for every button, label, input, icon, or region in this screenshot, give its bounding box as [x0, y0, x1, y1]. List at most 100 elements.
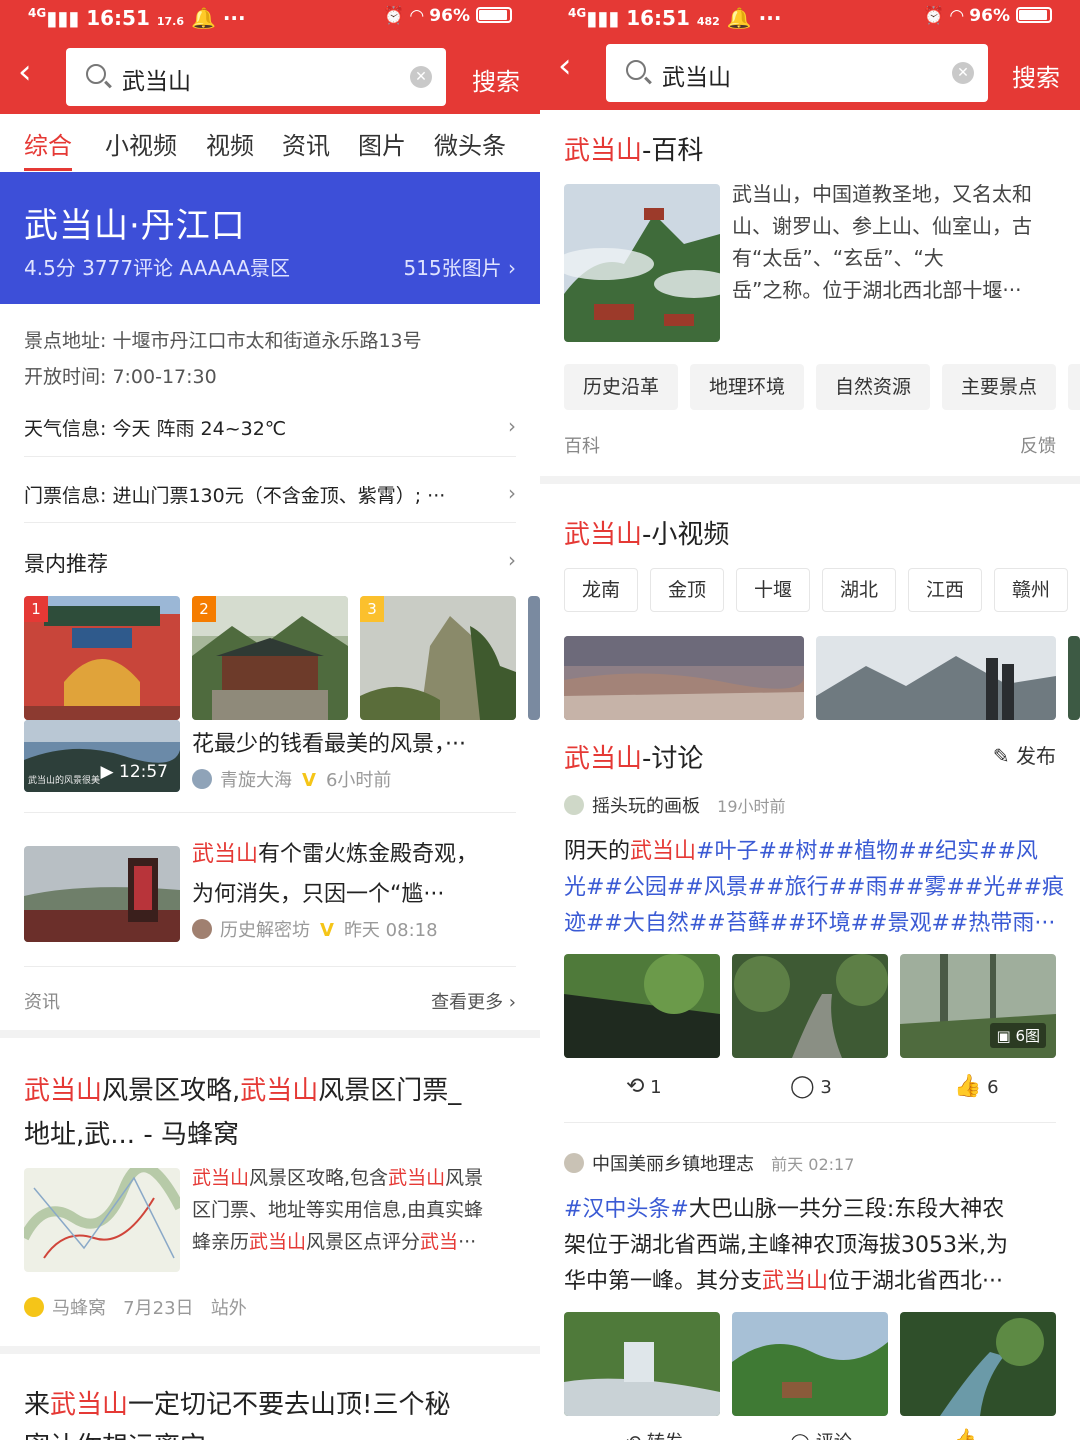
search-input[interactable]: 武当山 ✕ [66, 48, 446, 106]
video-chip-jinding[interactable]: 金顶 [650, 568, 724, 612]
comment-icon: ◯ [790, 1432, 810, 1440]
short-video-thumb-more[interactable] [1068, 636, 1080, 720]
back-icon[interactable]: ‹ [558, 46, 572, 86]
like-button[interactable]: 👍 6 [954, 1074, 999, 1099]
section-gap [0, 1030, 540, 1038]
post-photo[interactable]: ▣ 6图 [900, 954, 1056, 1058]
web-result-source: 马蜂窝 7月23日 站外 [24, 1294, 247, 1320]
divider [24, 966, 516, 967]
baike-title[interactable]: 武当山-百科 [564, 130, 703, 167]
web-result-title-line2[interactable]: 地址,武... - 马蜂窝 [24, 1114, 239, 1151]
news-time: 昨天 08:18 [343, 920, 438, 941]
tab-micro[interactable]: 微头条 [434, 126, 506, 161]
recommend-photo-cliff[interactable]: 3 [360, 596, 516, 720]
video-chip-shiyan[interactable]: 十堰 [736, 568, 810, 612]
forest-roof-image [564, 954, 720, 1058]
avatar [564, 1153, 584, 1173]
section-gap [0, 1346, 540, 1354]
news-section-label: 资讯 [24, 992, 60, 1013]
video-chip-hubei[interactable]: 湖北 [822, 568, 896, 612]
post-author-row: 中国美丽乡镇地理志 前天 02:17 [564, 1150, 854, 1176]
video-chip-longnan[interactable]: 龙南 [564, 568, 638, 612]
short-video-thumb[interactable] [564, 636, 804, 720]
web-result-title[interactable]: 来武当山一定切记不要去山顶!三个秘 [24, 1384, 450, 1421]
clear-icon[interactable]: ✕ [952, 62, 974, 84]
map-thumbnail[interactable] [24, 1168, 180, 1272]
comment-button[interactable]: ◯ 3 [790, 1074, 832, 1099]
verified-icon: V [302, 770, 316, 791]
chip-geography[interactable]: 地理环境 [690, 364, 804, 410]
short-video-title[interactable]: 武当山-小视频 [564, 514, 729, 551]
video-chip-ganzhou[interactable]: 赣州 [994, 568, 1068, 612]
left-screen: 4G▮▮▮ 16:51 17.6 🔔 ··· ⏰ ◠ 96% ‹ 武当山 ✕ 搜… [0, 0, 540, 1440]
feedback-link[interactable]: 反馈 [1020, 432, 1056, 458]
recommend-photo-gate[interactable]: 1 [24, 596, 180, 720]
news-title-line2[interactable]: 为何消失，只因一个“尴··· [192, 876, 444, 908]
search-input[interactable]: 武当山 ✕ [606, 44, 988, 102]
chip-more[interactable] [1068, 364, 1080, 410]
news-thumbnail[interactable] [24, 846, 180, 942]
battery-icon [1016, 7, 1052, 23]
chip-history[interactable]: 历史沿革 [564, 364, 678, 410]
tab-images[interactable]: 图片 [358, 126, 406, 161]
video-thumbnail[interactable]: 武当山的风景很美 ▶ 12:57 [24, 720, 180, 792]
battery-text: 96% [969, 6, 1010, 26]
ticket-row[interactable]: 门票信息: 进山门票130元（不含金顶、紫霄）; ··· [24, 481, 445, 508]
post-photo[interactable] [900, 1312, 1056, 1416]
clock: 16:51 [626, 6, 690, 30]
web-result-title[interactable]: 武当山风景区攻略,武当山风景区门票_ [24, 1070, 461, 1107]
clock: 16:51 [86, 6, 150, 30]
scenic-card[interactable]: 武当山·丹江口 4.5分 3777评论 AAAAA景区 515张图片 › [0, 172, 540, 304]
post-photo[interactable] [732, 954, 888, 1058]
misty-mountain-image [564, 184, 720, 342]
alarm-icon: ⏰ [383, 6, 405, 26]
image-icon: ▣ [996, 1027, 1011, 1045]
repost-button[interactable]: ⟲ 转发 [626, 1428, 683, 1440]
recommend-photo-more[interactable] [528, 596, 540, 720]
recommend-title[interactable]: 景内推荐 [24, 548, 108, 578]
tab-news[interactable]: 资讯 [282, 126, 330, 161]
tab-video[interactable]: 视频 [206, 126, 254, 161]
post-photo[interactable] [564, 1312, 720, 1416]
news-title-line1[interactable]: 武当山有个雷火炼金殿奇观， [192, 836, 478, 868]
baike-photo[interactable] [564, 184, 720, 342]
tab-all[interactable]: 综合 [24, 126, 72, 171]
chip-attractions[interactable]: 主要景点 [942, 364, 1056, 410]
see-more-link[interactable]: 查看更多 › [431, 988, 516, 1014]
chip-resources[interactable]: 自然资源 [816, 364, 930, 410]
post-author[interactable]: 中国美丽乡镇地理志 [592, 1154, 754, 1175]
like-button[interactable]: 👍 [954, 1428, 976, 1440]
clear-icon[interactable]: ✕ [410, 66, 432, 88]
news-title[interactable]: 花最少的钱看最美的风景，··· [192, 726, 466, 758]
short-video-thumb[interactable] [816, 636, 1056, 720]
scenic-images-link[interactable]: 515张图片 › [403, 252, 516, 281]
post-author[interactable]: 摇头玩的画板 [592, 796, 700, 817]
weather-row[interactable]: 天气信息: 今天 阵雨 24~32℃ [24, 414, 286, 441]
post-body[interactable]: #汉中头条#大巴山脉一共分三段:东段大神农 架位于湖北省西端,主峰神农顶海拔30… [564, 1192, 1008, 1300]
web-result-title-line2[interactable]: 密让你想运离它 [24, 1426, 206, 1440]
post-button[interactable]: ✎ 发布 [993, 740, 1056, 769]
right-screen: 4G▮▮▮ 16:51 482 🔔 ··· ⏰ ◠ 96% ‹ 武当山 ✕ 搜索… [540, 0, 1080, 1440]
signal-icon: ▮▮▮ [586, 6, 620, 30]
tab-short-video[interactable]: 小视频 [105, 126, 177, 161]
image-count-badge: ▣ 6图 [990, 1023, 1046, 1048]
post-body[interactable]: 阴天的武当山#叶子##树##植物##纪实##风 光##公园##风景##旅行##雨… [564, 834, 1064, 942]
video-caption: 武当山的风景很美 [28, 776, 101, 786]
video-chip-jiangxi[interactable]: 江西 [908, 568, 982, 612]
post-photo[interactable] [732, 1312, 888, 1416]
post-photo[interactable] [564, 954, 720, 1058]
chevron-right-icon: › [508, 414, 516, 438]
search-button[interactable]: 搜索 [472, 62, 520, 97]
forest-path-image [732, 954, 888, 1058]
tab-bar: 综合 小视频 视频 资讯 图片 微头条 [0, 114, 540, 172]
discussion-title[interactable]: 武当山-讨论 [564, 738, 703, 775]
recommend-photo-temple[interactable]: 2 [192, 596, 348, 720]
scenic-title: 武当山·丹江口 [24, 206, 246, 246]
search-button[interactable]: 搜索 [1012, 58, 1060, 93]
search-icon [86, 64, 106, 84]
repost-button[interactable]: ⟲ 1 [626, 1074, 662, 1099]
back-icon[interactable]: ‹ [18, 52, 32, 92]
wifi-icon: ◠ [410, 6, 424, 26]
comment-button[interactable]: ◯ 评论 [790, 1428, 852, 1440]
news-author: 青旋大海 [220, 770, 292, 791]
